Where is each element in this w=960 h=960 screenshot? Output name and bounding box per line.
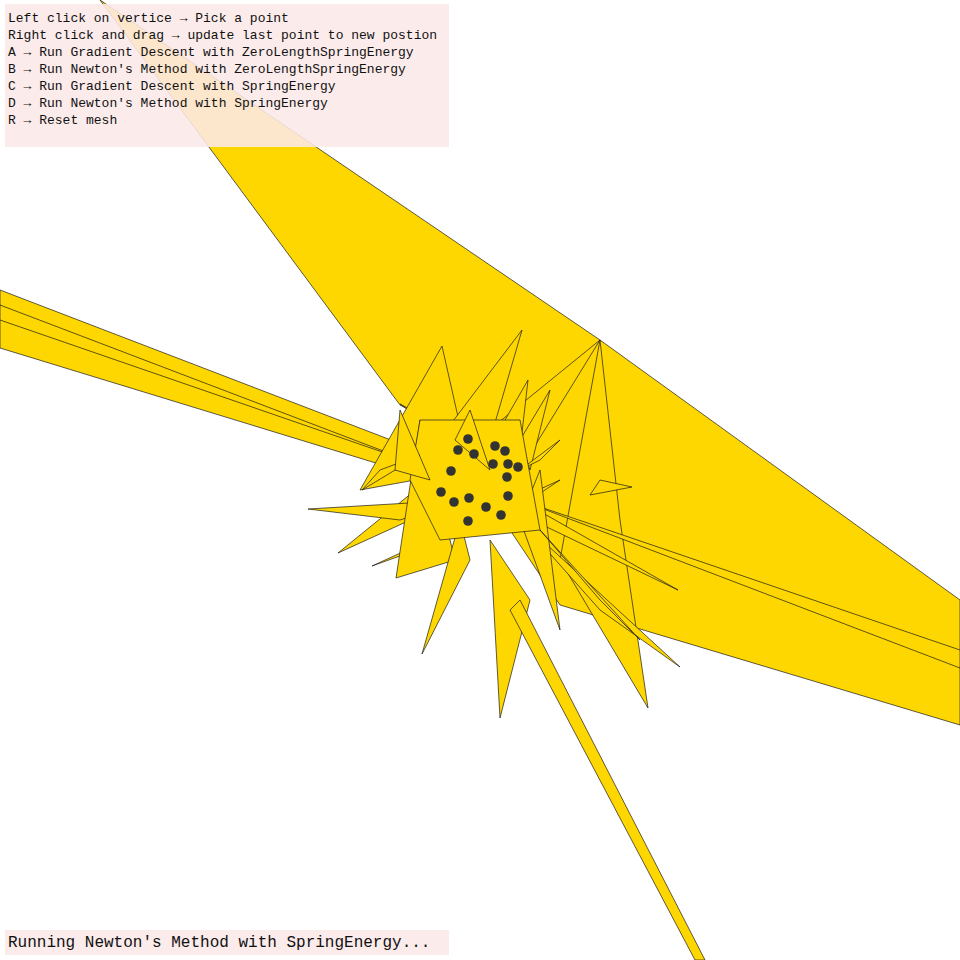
instruction-line: A → Run Gradient Descent with ZeroLength… — [8, 44, 449, 61]
mesh-triangle[interactable] — [0, 290, 430, 475]
picked-point[interactable] — [481, 502, 491, 512]
picked-point[interactable] — [503, 491, 513, 501]
picked-point[interactable] — [503, 459, 513, 469]
instruction-line: Right click and drag → update last point… — [8, 27, 449, 44]
instruction-line: C → Run Gradient Descent with SpringEner… — [8, 78, 449, 95]
picked-point[interactable] — [469, 449, 479, 459]
picked-point[interactable] — [446, 466, 456, 476]
picked-point[interactable] — [488, 459, 498, 469]
help-panel: Left click on vertice → Pick a pointRigh… — [5, 4, 449, 147]
picked-point[interactable] — [496, 510, 506, 520]
mesh-triangle[interactable] — [422, 520, 470, 654]
mesh-triangle[interactable] — [338, 340, 600, 553]
picked-point[interactable] — [464, 493, 474, 503]
instruction-line: R → Reset mesh — [8, 112, 449, 129]
picked-point[interactable] — [449, 497, 459, 507]
mesh-triangle[interactable] — [520, 500, 960, 668]
mesh-canvas[interactable]: Left click on vertice → Pick a pointRigh… — [0, 0, 960, 960]
instruction-line: B → Run Newton's Method with ZeroLengthS… — [8, 61, 449, 78]
mesh-triangle[interactable] — [540, 530, 640, 640]
mesh-triangle[interactable] — [360, 346, 470, 490]
mesh-triangle[interactable] — [455, 410, 490, 470]
mesh-triangle[interactable] — [510, 600, 705, 960]
picked-point[interactable] — [502, 472, 512, 482]
instruction-line: D → Run Newton's Method with SpringEnerg… — [8, 95, 449, 112]
instruction-line: Left click on vertice → Pick a point — [8, 10, 449, 27]
mesh-triangle[interactable] — [560, 340, 648, 708]
picked-point[interactable] — [500, 446, 510, 456]
picked-point[interactable] — [463, 516, 473, 526]
status-bar: Running Newton's Method with SpringEnerg… — [5, 930, 449, 955]
mesh-triangle[interactable] — [590, 480, 632, 495]
picked-point[interactable] — [463, 434, 473, 444]
picked-point[interactable] — [436, 487, 446, 497]
picked-point[interactable] — [513, 462, 523, 472]
picked-point[interactable] — [490, 441, 500, 451]
mesh-triangle[interactable] — [0, 305, 420, 465]
picked-point[interactable] — [453, 445, 463, 455]
mesh-triangle[interactable] — [395, 410, 430, 480]
